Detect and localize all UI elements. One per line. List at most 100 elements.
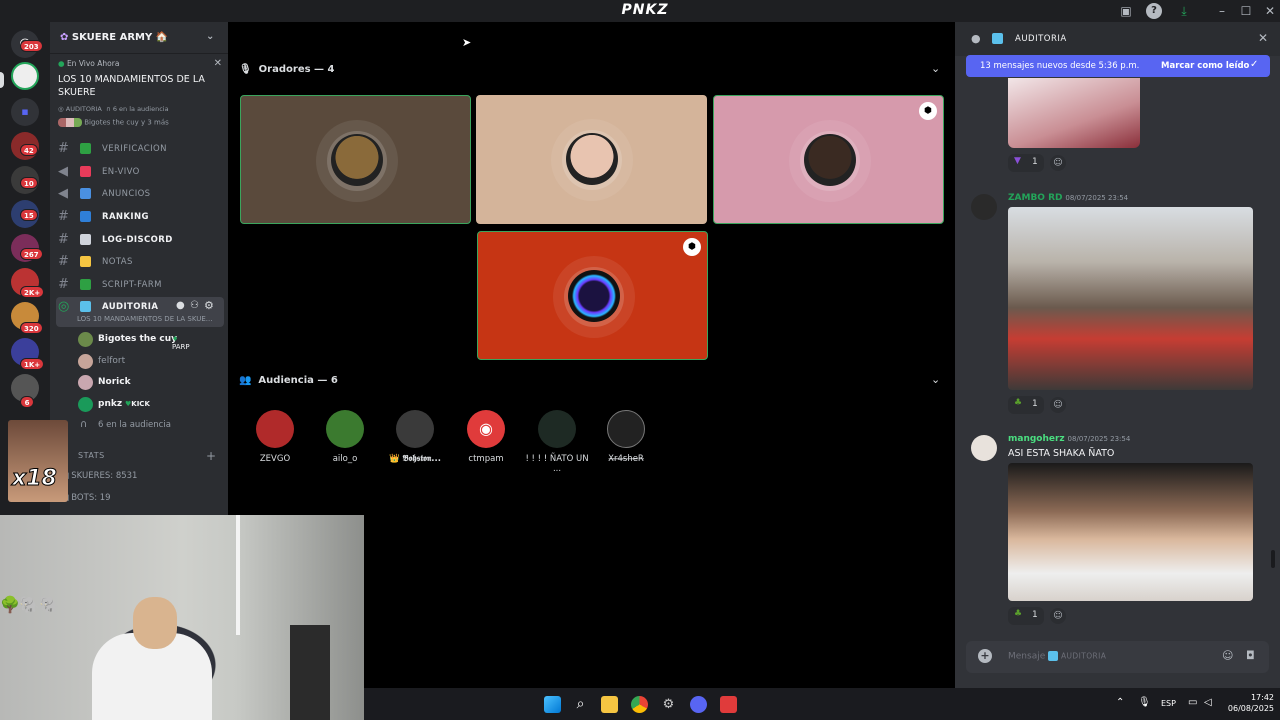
megaphone-icon: ◀ bbox=[58, 164, 69, 179]
chevron-up-icon[interactable]: ⌃ bbox=[1116, 697, 1124, 708]
channel-notas[interactable]: # NOTAS bbox=[56, 252, 224, 272]
chat-bubble-icon[interactable]: ● bbox=[176, 300, 185, 311]
scrollbar-thumb[interactable] bbox=[1271, 550, 1275, 568]
avatar[interactable] bbox=[971, 194, 997, 220]
audience-header[interactable]: 👥 Audiencia — 6 bbox=[239, 375, 338, 386]
audience-member[interactable]: ZEVGO bbox=[240, 410, 310, 464]
author-name[interactable]: ZAMBO RD bbox=[1008, 193, 1063, 203]
clock-time: 17:42 bbox=[1250, 693, 1274, 702]
reaction-chip[interactable]: ▼ 1 bbox=[1008, 154, 1044, 172]
guild-name: SKUERE ARMY 🏠 bbox=[71, 32, 169, 43]
channel-verificacion[interactable]: # VERIFICACION bbox=[56, 139, 224, 159]
audience-member[interactable]: ! ! ! ! ÑATO UN ... bbox=[522, 410, 592, 474]
gear-icon[interactable]: ⚙ bbox=[204, 299, 214, 312]
language-indicator[interactable]: ESP bbox=[1161, 699, 1176, 708]
volume-icon[interactable]: ◁ bbox=[1204, 697, 1212, 708]
home-badge: 203 bbox=[20, 40, 43, 52]
stage-icon: ◎ bbox=[58, 105, 66, 113]
live-stage-card[interactable]: ● En Vivo Ahora ✕ LOS 10 MANDAMIENTOS DE… bbox=[58, 58, 226, 139]
emoji-picker-icon[interactable]: ☺ bbox=[1222, 649, 1233, 662]
app-logo: PNKZ bbox=[621, 2, 669, 18]
chrome-icon[interactable] bbox=[631, 696, 648, 713]
avatar bbox=[256, 410, 294, 448]
author-name[interactable]: mangoherz bbox=[1008, 434, 1065, 444]
server-badge-5: 2K+ bbox=[20, 286, 45, 298]
settings-icon[interactable]: ⚙ bbox=[660, 696, 677, 713]
windows-start-icon[interactable] bbox=[544, 696, 561, 713]
avatar bbox=[326, 410, 364, 448]
avatar bbox=[78, 354, 93, 369]
message-composer[interactable]: + Mensaje AUDITORIA ☺ ◘ bbox=[966, 641, 1269, 673]
meme-overlay: x18 bbox=[8, 420, 68, 502]
mark-read-button[interactable]: Marcar como leído bbox=[1161, 61, 1249, 71]
live-label: ● En Vivo Ahora bbox=[58, 59, 120, 68]
hash-icon: # bbox=[58, 232, 70, 247]
image-attachment[interactable] bbox=[1008, 463, 1253, 601]
audience-member[interactable]: 👑 𝕭𝖔𝖍𝖘𝖙𝖔𝖓... bbox=[380, 410, 450, 464]
speakers-header[interactable]: 🎙 Oradores — 4 bbox=[239, 64, 334, 75]
audience-member[interactable]: ◉ ctmpam bbox=[451, 410, 521, 464]
dm-avatar[interactable] bbox=[11, 62, 39, 90]
new-messages-bar[interactable]: 13 mensajes nuevos desde 5:36 p.m. Marca… bbox=[966, 55, 1270, 77]
reaction-chip[interactable]: ♣ 1 bbox=[1008, 607, 1044, 625]
stat-bots[interactable]: ◀ BOTS: 19 bbox=[62, 493, 111, 503]
add-reaction-icon[interactable]: ☺ bbox=[1050, 397, 1066, 413]
speaker-tile[interactable]: ⬢ bbox=[477, 231, 708, 360]
thread-icon[interactable]: ● bbox=[971, 32, 981, 45]
channel-en-vivo[interactable]: ◀ EN-VIVO bbox=[56, 162, 224, 182]
help-icon[interactable]: ? bbox=[1146, 3, 1162, 19]
image-attachment[interactable] bbox=[1008, 207, 1253, 390]
channel-anuncios[interactable]: ◀ ANUNCIOS bbox=[56, 184, 224, 204]
add-attachment-icon[interactable]: + bbox=[978, 649, 992, 663]
add-channel-icon[interactable]: + bbox=[206, 449, 216, 463]
stats-category[interactable]: STATS bbox=[78, 451, 105, 460]
notepad-emoji-icon bbox=[80, 234, 91, 245]
add-reaction-icon[interactable]: ☺ bbox=[1050, 608, 1066, 624]
inbox-icon[interactable]: ▣ bbox=[1118, 3, 1134, 19]
app-icon[interactable] bbox=[720, 696, 737, 713]
server-badge-3: 15 bbox=[20, 209, 38, 221]
stat-skueres[interactable]: ◀ SKUERES: 8531 bbox=[62, 471, 137, 481]
add-user-icon[interactable]: ⚇ bbox=[190, 300, 199, 311]
discord-logo-icon: ◉ bbox=[467, 410, 505, 448]
folder-icon[interactable]: ▪ bbox=[11, 98, 39, 126]
taskbar: ⌕ ⚙ ⌃ 🎙 ESP ▭ ◁ 17:42 06/08/2025 bbox=[364, 688, 1280, 720]
pepper-emoji-icon: ♣ bbox=[1014, 609, 1023, 619]
active-pill bbox=[0, 72, 4, 88]
download-icon[interactable]: ⤓ bbox=[1176, 3, 1192, 19]
audience-member[interactable]: ailo_o bbox=[310, 410, 380, 464]
minimize-button[interactable]: – bbox=[1214, 3, 1230, 19]
chevron-down-icon[interactable]: ⌄ bbox=[931, 62, 940, 75]
channel-ranking[interactable]: # RANKING bbox=[56, 207, 224, 227]
stage-title: LOS 10 MANDAMIENTOS DE LA SKUERE bbox=[58, 74, 205, 98]
speaker-tile[interactable] bbox=[476, 95, 707, 224]
image-attachment[interactable] bbox=[1008, 78, 1140, 148]
speaker-tile[interactable] bbox=[240, 95, 471, 224]
hash-icon: # bbox=[58, 209, 70, 224]
terminal-emoji-icon bbox=[80, 279, 91, 290]
close-icon[interactable]: ✕ bbox=[214, 58, 222, 69]
avatar[interactable] bbox=[971, 435, 997, 461]
discord-icon[interactable] bbox=[690, 696, 707, 713]
clock[interactable]: 17:42 06/08/2025 bbox=[1226, 692, 1274, 714]
maximize-button[interactable]: ☐ bbox=[1238, 3, 1254, 19]
close-icon[interactable]: ✕ bbox=[1258, 31, 1269, 45]
audience-member[interactable]: X̶r̶4̶s̶h̶e̶R̶ bbox=[591, 410, 661, 464]
close-window-button[interactable]: ✕ bbox=[1262, 3, 1278, 19]
channel-script-farm[interactable]: # SCRIPT-FARM bbox=[56, 275, 224, 295]
add-reaction-icon[interactable]: ☺ bbox=[1050, 155, 1066, 171]
reaction-chip[interactable]: ♣ 1 bbox=[1008, 396, 1044, 414]
role-tag: ♦ PARP bbox=[172, 335, 190, 351]
channel-log-discord[interactable]: # LOG-DISCORD bbox=[56, 230, 224, 250]
channel-sidebar: ✿ SKUERE ARMY 🏠 ⌄ ● En Vivo Ahora ✕ LOS … bbox=[50, 22, 228, 515]
gamepad-icon[interactable]: ◘ bbox=[1246, 649, 1255, 662]
speaker-tile[interactable]: ⬢ bbox=[713, 95, 944, 224]
chevron-down-icon[interactable]: ⌄ bbox=[931, 373, 940, 386]
microphone-icon[interactable]: 🎙 bbox=[1138, 697, 1151, 708]
guild-header[interactable]: ✿ SKUERE ARMY 🏠 ⌄ bbox=[50, 22, 228, 54]
network-icon[interactable]: ▭ bbox=[1188, 697, 1197, 708]
avatar bbox=[78, 332, 93, 347]
search-icon[interactable]: ⌕ bbox=[572, 696, 589, 713]
channel-auditoria[interactable]: ◎ AUDITORIA ● ⚇ ⚙ LOS 10 MANDAMIENTOS DE … bbox=[56, 297, 224, 327]
file-explorer-icon[interactable] bbox=[601, 696, 618, 713]
